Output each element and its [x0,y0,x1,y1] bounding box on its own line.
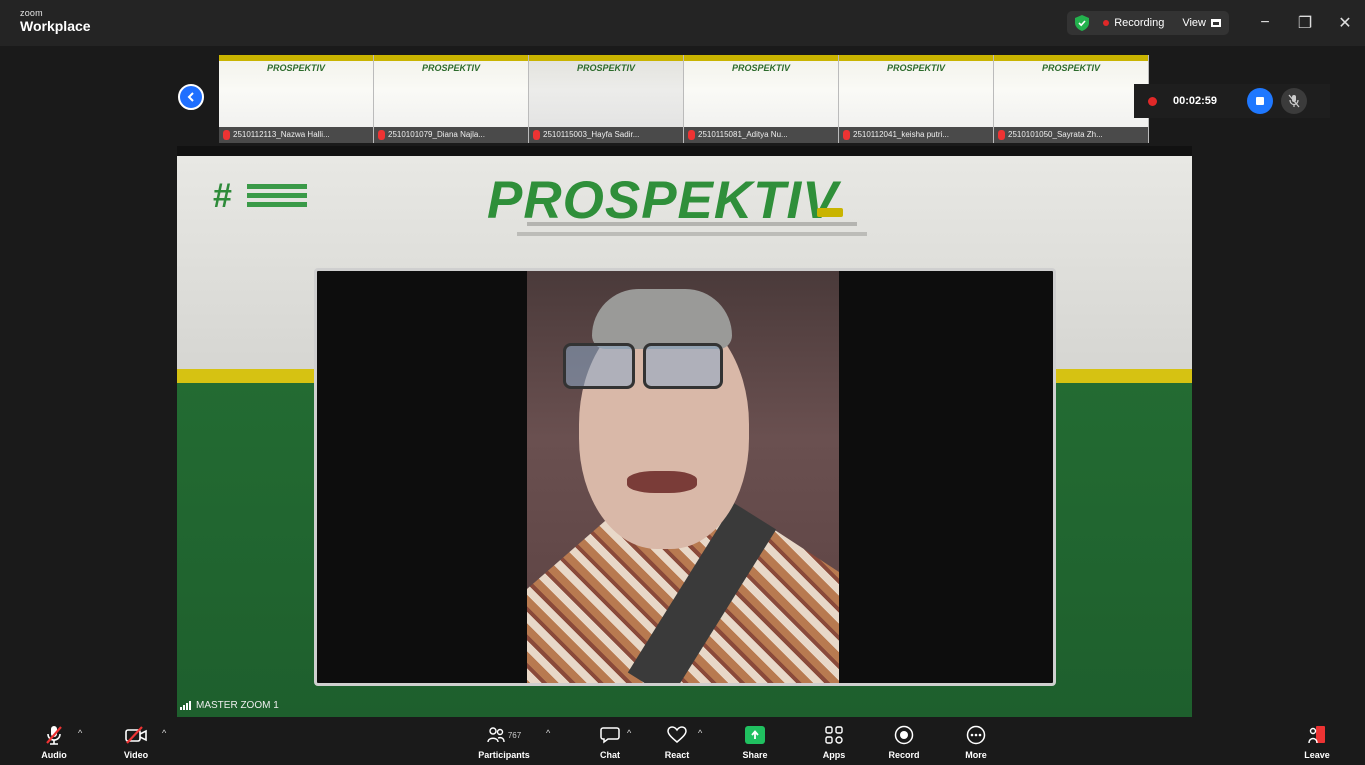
brand-small: zoom [20,8,43,18]
speaker-hair [592,289,732,349]
participants-button[interactable]: 767 Participants [472,723,536,760]
mic-off-icon [1288,94,1300,108]
video-button[interactable]: Video [104,723,168,760]
tile-logo: PROSPEKTIV [421,63,480,73]
previous-page-button[interactable] [178,84,204,110]
hashtag-logo: # [213,178,311,214]
record-icon [894,725,914,745]
mic-muted-icon [533,130,540,140]
apps-button[interactable]: Apps [802,723,866,760]
brand-title: Workplace [20,18,91,34]
tile-name: 2510112113_Nazwa Halli... [219,127,373,143]
tile-name: 2510115081_Aditya Nu... [684,127,838,143]
video-label: Video [123,750,149,760]
participant-tile[interactable]: PROSPEKTIV 2510115081_Aditya Nu... [684,55,839,143]
view-label: View [1182,17,1206,29]
recording-label: Recording [1114,17,1165,29]
participant-tile[interactable]: PROSPEKTIV 2510101079_Diana Najla... [374,55,529,143]
video-options-caret-icon[interactable]: ^ [162,728,166,738]
heart-icon [667,726,687,743]
stop-icon [1256,97,1264,105]
app-brand: zoom Workplace [20,8,91,34]
recording-dot-icon [1103,20,1110,26]
leave-button[interactable]: Leave [1285,723,1349,760]
chat-options-caret-icon[interactable]: ^ [627,728,631,738]
more-label: More [965,750,987,760]
record-button[interactable]: Record [872,723,936,760]
signal-strength-icon [180,701,192,710]
tile-logo: PROSPEKTIV [731,63,790,73]
react-options-caret-icon[interactable]: ^ [698,728,702,738]
close-button[interactable]: ✕ [1325,0,1365,46]
share-label: Share [742,750,768,760]
leave-door-icon [1308,726,1325,744]
view-button[interactable]: View [1182,17,1221,29]
mic-muted-icon [688,130,695,140]
view-grid-icon [1211,19,1221,27]
tile-name: 2510112041_keisha putri... [839,127,993,143]
chat-label: Chat [600,750,620,760]
more-button[interactable]: More [944,723,1008,760]
tile-logo: PROSPEKTIV [576,63,635,73]
participants-options-caret-icon[interactable]: ^ [546,728,550,738]
participant-tile[interactable]: PROSPEKTIV 2510112113_Nazwa Halli... [219,55,374,143]
restore-button[interactable]: ❐ [1285,0,1325,46]
speaker-mouth [627,471,697,493]
leave-label: Leave [1304,750,1330,760]
record-label: Record [888,750,920,760]
participants-label: Participants [478,750,530,760]
chat-button[interactable]: Chat [578,723,642,760]
chat-icon [600,727,620,744]
audio-button[interactable]: Audio [22,723,86,760]
apps-icon [825,726,843,744]
share-button[interactable]: Share [723,723,787,760]
audio-options-caret-icon[interactable]: ^ [78,728,82,738]
meeting-status-pill: Recording View [1067,11,1229,35]
audio-label: Audio [41,750,67,760]
speaker-video[interactable] [314,268,1056,686]
glasses-icon [643,343,723,389]
stop-recording-button[interactable] [1247,88,1273,114]
title-bar: zoom Workplace Recording View − ❐ ✕ [0,0,1365,46]
chevron-left-icon [187,92,194,102]
recording-panel: 00:02:59 [1134,84,1330,118]
glasses-icon [563,343,635,389]
mute-button[interactable] [1281,88,1307,114]
recording-timer: 00:02:59 [1173,95,1218,107]
mic-muted-icon [223,130,230,140]
participant-tile[interactable]: PROSPEKTIV 2510112041_keisha putri... [839,55,994,143]
speaker-name: MASTER ZOOM 1 [196,700,279,711]
mic-muted-icon [998,130,1005,140]
tile-logo: PROSPEKTIV [886,63,945,73]
participants-icon [487,727,505,743]
tile-name: 2510115003_Hayfa Sadir... [529,127,683,143]
speaker-name-tag: MASTER ZOOM 1 [180,700,279,711]
tile-name: 2510101050_Sayrata Zh... [994,127,1148,143]
share-screen-icon [745,726,765,744]
apps-label: Apps [822,750,846,760]
main-video-stage[interactable]: # PROSPEKTIV [177,146,1192,717]
participant-strip: PROSPEKTIV 2510112113_Nazwa Halli... PRO… [219,55,1150,143]
meeting-toolbar: Audio ^ Video ^ 767 Participants ^ Chat … [0,717,1365,765]
shield-icon[interactable] [1075,15,1090,31]
mic-muted-icon [378,130,385,140]
camera-off-icon [125,726,147,744]
recording-dot-icon [1148,96,1157,106]
more-icon [966,725,986,745]
participant-tile[interactable]: PROSPEKTIV 2510101050_Sayrata Zh... [994,55,1149,143]
minimize-button[interactable]: − [1245,0,1285,46]
react-label: React [664,750,690,760]
mic-muted-icon [46,726,62,745]
speaker-feed [527,271,839,683]
tile-logo: PROSPEKTIV [266,63,325,73]
mic-muted-icon [843,130,850,140]
participants-count: 767 [507,730,522,740]
tile-logo: PROSPEKTIV [1041,63,1100,73]
participant-tile[interactable]: PROSPEKTIV 2510115003_Hayfa Sadir... [529,55,684,143]
tile-name: 2510101079_Diana Najla... [374,127,528,143]
